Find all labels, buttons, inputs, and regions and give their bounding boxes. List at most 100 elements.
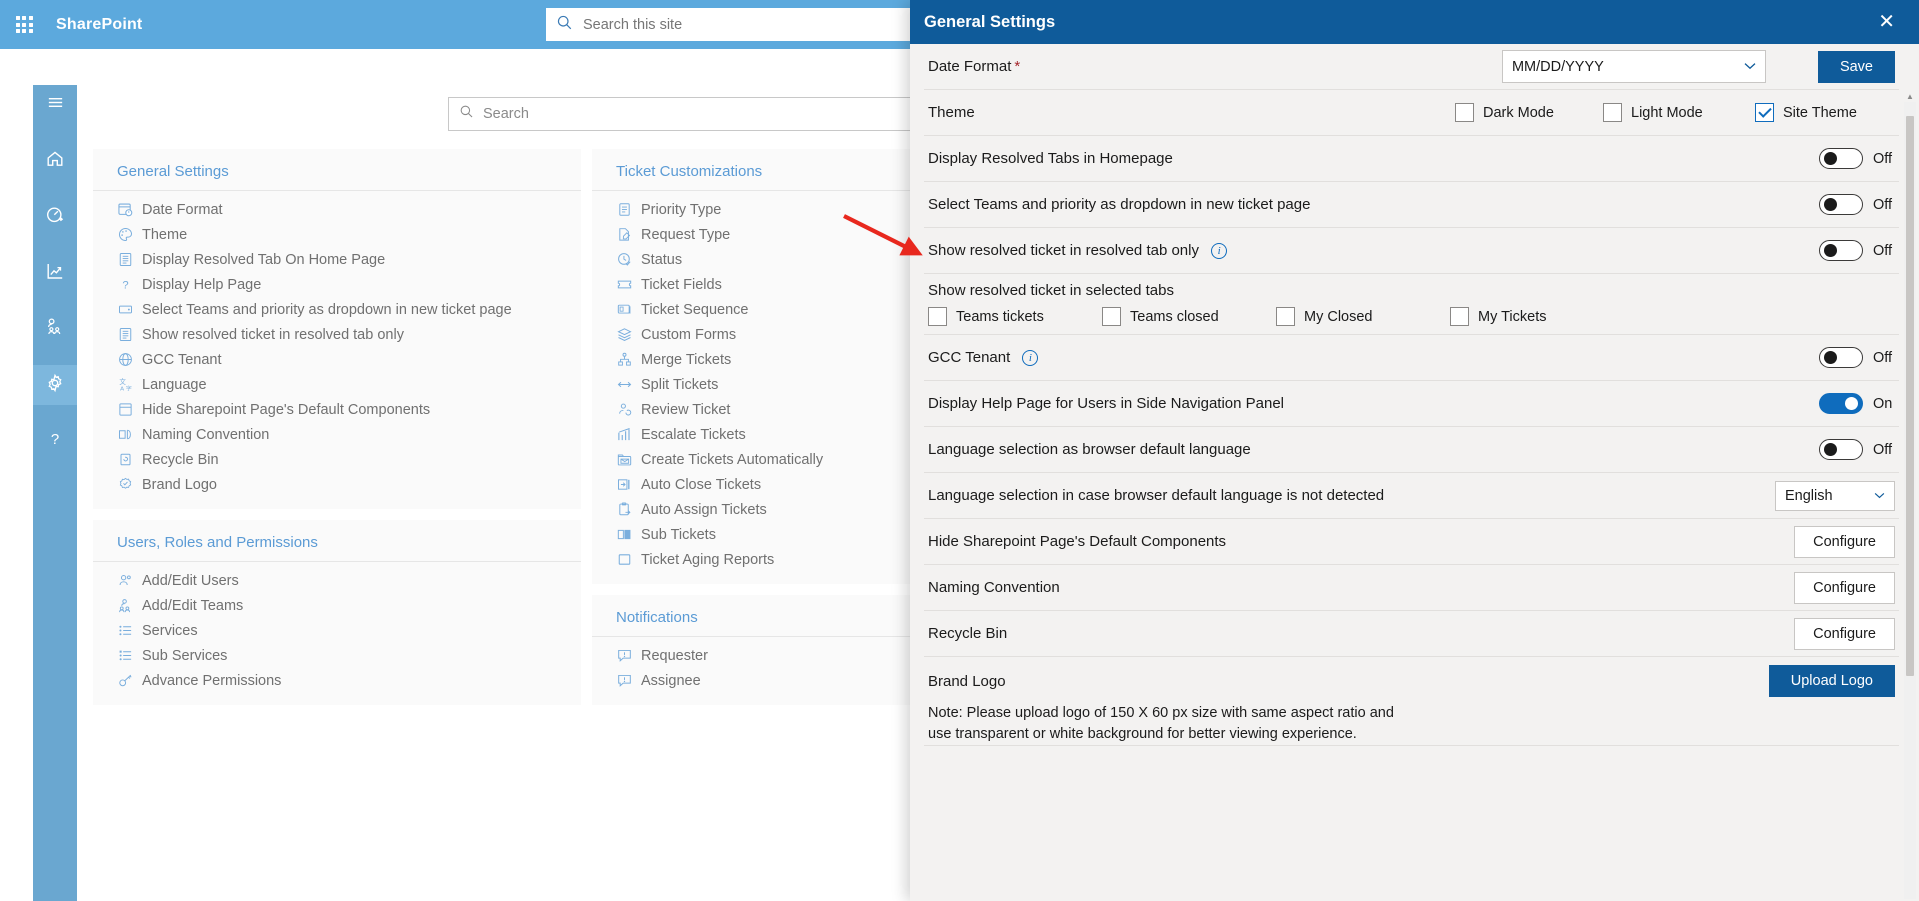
theme-label: Theme: [928, 104, 975, 121]
checkbox-light-mode[interactable]: Light Mode: [1603, 103, 1755, 122]
list-item-select-teams-priority[interactable]: Select Teams and priority as dropdown in…: [93, 297, 581, 322]
suite-title[interactable]: SharePoint: [56, 16, 142, 34]
list-item-requester[interactable]: Requester: [592, 643, 922, 668]
list-item-request-type[interactable]: Request Type: [592, 222, 922, 247]
toggle-show-resolved-only[interactable]: Off: [1819, 240, 1895, 261]
list-item-services[interactable]: Services: [93, 618, 581, 643]
toggle-switch[interactable]: [1819, 240, 1863, 261]
toggle-state-label: Off: [1873, 242, 1893, 259]
toggle-display-resolved-tabs[interactable]: Off: [1819, 148, 1895, 169]
checkbox-dark-mode[interactable]: Dark Mode: [1455, 103, 1603, 122]
scroll-up-arrow-icon[interactable]: ▲: [1904, 90, 1916, 102]
configure-hide-sp-components-button[interactable]: Configure: [1794, 525, 1895, 558]
list-item-split-tickets[interactable]: Split Tickets: [592, 372, 922, 397]
list-item-show-resolved-tab-only[interactable]: Show resolved ticket in resolved tab onl…: [93, 322, 581, 347]
list-item-add-edit-teams[interactable]: Add/Edit Teams: [93, 593, 581, 618]
checkbox-box[interactable]: [1455, 103, 1474, 122]
sidebar-item-settings[interactable]: [33, 365, 77, 405]
list-item-date-format[interactable]: Date Format: [93, 197, 581, 222]
language-browser-default-label: Language selection as browser default la…: [928, 441, 1251, 458]
layers-icon: [616, 327, 632, 343]
list-item-brand-logo[interactable]: Brand Logo: [93, 472, 581, 497]
checkbox-teams-closed[interactable]: Teams closed: [1102, 307, 1276, 326]
list-item-auto-close-tickets[interactable]: Auto Close Tickets: [592, 472, 922, 497]
checkbox-box[interactable]: [1603, 103, 1622, 122]
list-item-sub-services[interactable]: Sub Services: [93, 643, 581, 668]
list-item-escalate-tickets[interactable]: Escalate Tickets: [592, 422, 922, 447]
list-item-review-ticket[interactable]: Review Ticket: [592, 397, 922, 422]
list-item-create-tickets-automatically[interactable]: Create Tickets Automatically: [592, 447, 922, 472]
list-item-assignee[interactable]: Assignee: [592, 668, 922, 693]
app-launcher-icon[interactable]: [0, 0, 48, 49]
question-icon: ?: [117, 277, 133, 293]
info-icon[interactable]: i: [1211, 243, 1228, 260]
list-item-label: Ticket Fields: [641, 276, 722, 293]
toggle-gcc-tenant[interactable]: Off: [1819, 347, 1895, 368]
dropdown-icon: [117, 302, 133, 318]
toggle-switch[interactable]: [1819, 347, 1863, 368]
theme-options: Dark Mode Light Mode Site Theme: [1455, 103, 1895, 122]
list-item-label: Sub Services: [142, 647, 228, 664]
save-button[interactable]: Save: [1817, 50, 1895, 83]
columns-icon: [616, 527, 632, 543]
configure-naming-convention-button[interactable]: Configure: [1794, 571, 1895, 604]
scrollbar-thumb[interactable]: [1906, 116, 1914, 676]
list-item-merge-tickets[interactable]: Merge Tickets: [592, 347, 922, 372]
list-item-naming-convention[interactable]: Naming Convention: [93, 422, 581, 447]
checkbox-site-theme[interactable]: Site Theme: [1755, 103, 1895, 122]
toggle-switch[interactable]: [1819, 439, 1863, 460]
sidebar-item-teams[interactable]: [33, 309, 77, 349]
sidebar-item-hamburger-menu[interactable]: [33, 85, 77, 125]
list-item-add-edit-users[interactable]: Add/Edit Users: [93, 568, 581, 593]
row-select-teams-priority: Select Teams and priority as dropdown in…: [924, 182, 1899, 228]
sidebar-item-reports[interactable]: [33, 253, 77, 293]
date-format-select[interactable]: MM/DD/YYYY: [1501, 50, 1766, 83]
toggle-language-browser-default[interactable]: Off: [1819, 439, 1895, 460]
list-item-custom-forms[interactable]: Custom Forms: [592, 322, 922, 347]
info-icon[interactable]: i: [1022, 350, 1039, 367]
list-item-recycle-bin[interactable]: Recycle Bin: [93, 447, 581, 472]
upload-logo-button[interactable]: Upload Logo: [1768, 665, 1895, 697]
list-item-hide-sp-components[interactable]: Hide Sharepoint Page's Default Component…: [93, 397, 581, 422]
toggle-switch[interactable]: [1819, 393, 1863, 414]
list-item-display-help-page[interactable]: ? Display Help Page: [93, 272, 581, 297]
list-item-sub-tickets[interactable]: Sub Tickets: [592, 522, 922, 547]
row-naming-convention: Naming Convention Configure: [924, 565, 1899, 611]
list-item-ticket-sequence[interactable]: Ticket Sequence: [592, 297, 922, 322]
scrollbar-track[interactable]: [1904, 102, 1916, 899]
list-item-status[interactable]: Status: [592, 247, 922, 272]
gear-icon: [45, 373, 65, 398]
checkbox-box[interactable]: [1276, 307, 1295, 326]
sidebar-item-home[interactable]: [33, 141, 77, 181]
list-item-auto-assign-tickets[interactable]: Auto Assign Tickets: [592, 497, 922, 522]
toggle-switch[interactable]: [1819, 148, 1863, 169]
list-item-ticket-fields[interactable]: Ticket Fields: [592, 272, 922, 297]
toggle-select-teams-priority[interactable]: Off: [1819, 194, 1895, 215]
toggle-display-help-page[interactable]: On: [1819, 393, 1895, 414]
sidebar-item-help[interactable]: ?: [33, 421, 77, 461]
list-item-display-resolved-tab[interactable]: Display Resolved Tab On Home Page: [93, 247, 581, 272]
checkbox-my-tickets[interactable]: My Tickets: [1450, 307, 1624, 326]
list-item-gcc-tenant[interactable]: GCC Tenant: [93, 347, 581, 372]
card-title: Users, Roles and Permissions: [93, 520, 581, 562]
checkbox-box[interactable]: [1450, 307, 1469, 326]
checkbox-teams-tickets[interactable]: Teams tickets: [928, 307, 1102, 326]
checkbox-box[interactable]: [1102, 307, 1121, 326]
list-item-priority-type[interactable]: Priority Type: [592, 197, 922, 222]
configure-recycle-bin-button[interactable]: Configure: [1794, 617, 1895, 650]
svg-text:?: ?: [51, 431, 59, 448]
list-item-label: Auto Close Tickets: [641, 476, 762, 493]
row-label: Show resolved ticket in resolved tab onl…: [928, 242, 1819, 260]
panel-scrollbar[interactable]: ▲: [1904, 90, 1916, 899]
language-select[interactable]: English: [1775, 480, 1895, 511]
checkbox-my-closed[interactable]: My Closed: [1276, 307, 1450, 326]
list-item-ticket-aging-reports[interactable]: Ticket Aging Reports: [592, 547, 922, 572]
list-item-advance-permissions[interactable]: Advance Permissions: [93, 668, 581, 693]
toggle-switch[interactable]: [1819, 194, 1863, 215]
list-item-language[interactable]: 文A字 Language: [93, 372, 581, 397]
checkbox-box[interactable]: [1755, 103, 1774, 122]
checkbox-box[interactable]: [928, 307, 947, 326]
sidebar-item-dashboard[interactable]: [33, 197, 77, 237]
close-icon[interactable]: ✕: [1872, 8, 1901, 36]
list-item-theme[interactable]: Theme: [93, 222, 581, 247]
